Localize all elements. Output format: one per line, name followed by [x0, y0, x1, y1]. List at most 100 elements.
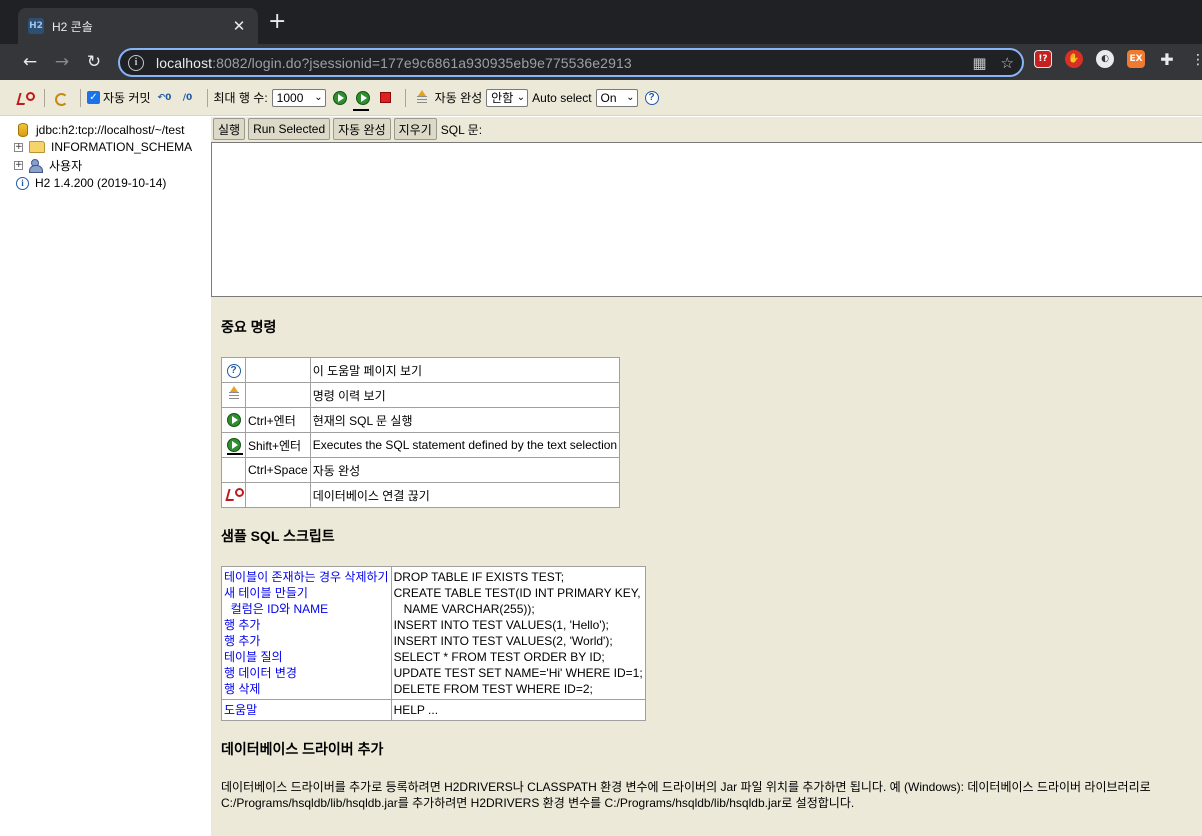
autoselect-label: Auto select: [532, 90, 592, 105]
rollback-icon[interactable]: ↶0: [155, 88, 175, 108]
browser-tab[interactable]: H2 H2 콘솔 ✕: [18, 8, 258, 44]
sample-links: 테이블이 존재하는 경우 삭제하기 새 테이블 만들기 컬럼은 ID와 NAME…: [221, 566, 392, 700]
sample-link[interactable]: 테이블 질의: [224, 649, 389, 665]
help-link[interactable]: 도움말: [224, 702, 389, 718]
command-desc: 데이터베이스 연결 끊기: [309, 482, 621, 508]
clear-button[interactable]: 지우기: [393, 118, 437, 140]
sql-editor[interactable]: [211, 142, 1202, 297]
forward-arrow-icon[interactable]: →: [46, 48, 78, 76]
sample-sql-table: 테이블이 존재하는 경우 삭제하기 새 테이블 만들기 컬럼은 ID와 NAME…: [221, 566, 646, 721]
maxrows-label: 최대 행 수:: [213, 91, 268, 105]
tree-connection[interactable]: jdbc:h2:tcp://localhost/~/test: [18, 121, 184, 139]
shortcut-key: [245, 382, 311, 408]
shortcut-key: Shift+엔터: [245, 432, 311, 458]
back-arrow-icon[interactable]: ←: [14, 48, 46, 76]
reload-icon[interactable]: ↻: [78, 48, 110, 76]
expand-icon[interactable]: +: [14, 142, 23, 152]
stop-hand-extension-icon[interactable]: ✋: [1065, 50, 1083, 68]
sample-sql: DROP TABLE IF EXISTS TEST; CREATE TABLE …: [390, 566, 646, 700]
sql-line: DROP TABLE IF EXISTS TEST;: [393, 570, 565, 584]
sample-link[interactable]: 행 데이터 변경: [224, 665, 389, 681]
autocommit-label: 자동 커밋: [103, 91, 151, 105]
table-row: 데이터베이스 연결 끊기: [221, 482, 621, 508]
stop-icon[interactable]: [376, 88, 396, 108]
history-icon[interactable]: [412, 88, 432, 108]
address-url[interactable]: localhost:8082/login.do?jsessionid=177e9…: [156, 55, 958, 71]
browser-tab-bar: H2 H2 콘솔 ✕ +: [0, 0, 1202, 44]
sql-line: UPDATE TEST SET NAME='Hi' WHERE ID=1;: [393, 666, 643, 680]
run-selected-icon[interactable]: [352, 88, 373, 111]
menu-icon[interactable]: ⋮: [1191, 51, 1202, 68]
puzzle-extensions-icon[interactable]: ✚: [1158, 50, 1176, 69]
sql-line: INSERT INTO TEST VALUES(1, 'Hello');: [393, 618, 609, 632]
autoselect-select[interactable]: On ⌄: [595, 88, 638, 107]
extension-icon[interactable]: EX: [1127, 50, 1145, 68]
toolbar-divider: [80, 88, 81, 107]
tree-schema[interactable]: + INFORMATION_SCHEMA: [14, 138, 192, 156]
table-row: 테이블이 존재하는 경우 삭제하기 새 테이블 만들기 컬럼은 ID와 NAME…: [221, 566, 646, 700]
extension-icon[interactable]: ◐: [1096, 50, 1114, 68]
object-tree: jdbc:h2:tcp://localhost/~/test + INFORMA…: [0, 117, 211, 836]
help-icon[interactable]: ?: [226, 363, 241, 378]
sql-line: HELP ...: [393, 703, 439, 717]
sql-line: CREATE TABLE TEST(ID INT PRIMARY KEY,: [393, 586, 641, 600]
sample-link[interactable]: 행 추가: [224, 617, 389, 633]
driver-heading: 데이터베이스 드라이버 추가: [221, 741, 384, 757]
sql-line: INSERT INTO TEST VALUES(2, 'World');: [393, 634, 613, 648]
run-selected-button[interactable]: Run Selected: [248, 118, 331, 140]
sample-link[interactable]: 새 테이블 만들기: [224, 585, 389, 601]
autocomplete-select[interactable]: 안함 ⌄: [486, 88, 529, 107]
help-icon[interactable]: ?: [642, 88, 662, 108]
info-icon: i: [16, 176, 29, 190]
h2-favicon-icon: H2: [28, 18, 44, 34]
users-label: 사용자: [49, 158, 83, 173]
tab-close-icon[interactable]: ✕: [230, 17, 248, 35]
browser-nav-bar: ← → ↻ i localhost:8082/login.do?jsession…: [0, 44, 1202, 80]
run-icon[interactable]: [226, 413, 241, 427]
refresh-icon[interactable]: [51, 88, 71, 108]
tree-version: i H2 1.4.200 (2019-10-14): [16, 174, 166, 192]
site-info-icon[interactable]: i: [128, 54, 144, 71]
command-desc: 자동 완성: [309, 457, 621, 483]
table-row: ? 이 도움말 페이지 보기: [221, 357, 621, 383]
commit-icon[interactable]: /0: [178, 88, 198, 108]
driver-text: C:/Programs/hsqldb/lib/hsqldb.jar를 추가하려면…: [221, 796, 855, 810]
commands-table: ? 이 도움말 페이지 보기 명령 이력 보기 Ctrl+엔터 현재의 SQL …: [221, 357, 621, 508]
sample-link[interactable]: 테이블이 존재하는 경우 삭제하기: [224, 569, 389, 585]
sample-link[interactable]: 행 삭제: [224, 681, 389, 697]
command-desc: 명령 이력 보기: [309, 382, 621, 408]
extension-icon[interactable]: !?: [1034, 50, 1052, 68]
expand-icon[interactable]: +: [14, 160, 23, 170]
new-tab-button[interactable]: +: [268, 10, 286, 34]
qr-code-icon[interactable]: ▦: [972, 54, 986, 72]
bookmark-star-icon[interactable]: ☆: [1001, 54, 1014, 72]
run-selected-icon[interactable]: [226, 438, 241, 452]
tab-title: H2 콘솔: [52, 19, 93, 34]
shortcut-key: Ctrl+엔터: [245, 407, 311, 433]
sql-line: SELECT * FROM TEST ORDER BY ID;: [393, 650, 605, 664]
database-icon: [18, 123, 28, 137]
autocommit-checkbox[interactable]: ✓: [87, 91, 100, 104]
table-row: 도움말 HELP ...: [221, 699, 646, 721]
run-icon[interactable]: [330, 88, 350, 108]
disconnect-icon[interactable]: [15, 88, 35, 108]
maxrows-select[interactable]: 1000 ⌄: [271, 88, 326, 107]
table-row: 명령 이력 보기: [221, 382, 621, 408]
history-icon[interactable]: [228, 385, 240, 402]
autocomplete-label: 자동 완성: [434, 91, 483, 105]
run-button[interactable]: 실행: [213, 118, 246, 140]
address-bar[interactable]: i localhost:8082/login.do?jsessionid=177…: [118, 48, 1024, 77]
important-commands-heading: 중요 명령: [221, 319, 277, 335]
folder-icon: [29, 141, 45, 153]
sample-sql-heading: 샘플 SQL 스크립트: [221, 528, 335, 544]
table-row: Ctrl+Space 자동 완성: [221, 457, 621, 483]
sql-line: DELETE FROM TEST WHERE ID=2;: [393, 682, 593, 696]
command-desc: Executes the SQL statement defined by th…: [309, 432, 621, 458]
connection-url: jdbc:h2:tcp://localhost/~/test: [36, 123, 185, 137]
disconnect-icon[interactable]: [226, 487, 244, 501]
sample-link[interactable]: 컬럼은 ID와 NAME: [224, 601, 389, 617]
tree-users[interactable]: + 사용자: [14, 156, 82, 174]
shortcut-key: [245, 357, 311, 383]
sample-link[interactable]: 행 추가: [224, 633, 389, 649]
autocomplete-button[interactable]: 자동 완성: [333, 118, 391, 140]
